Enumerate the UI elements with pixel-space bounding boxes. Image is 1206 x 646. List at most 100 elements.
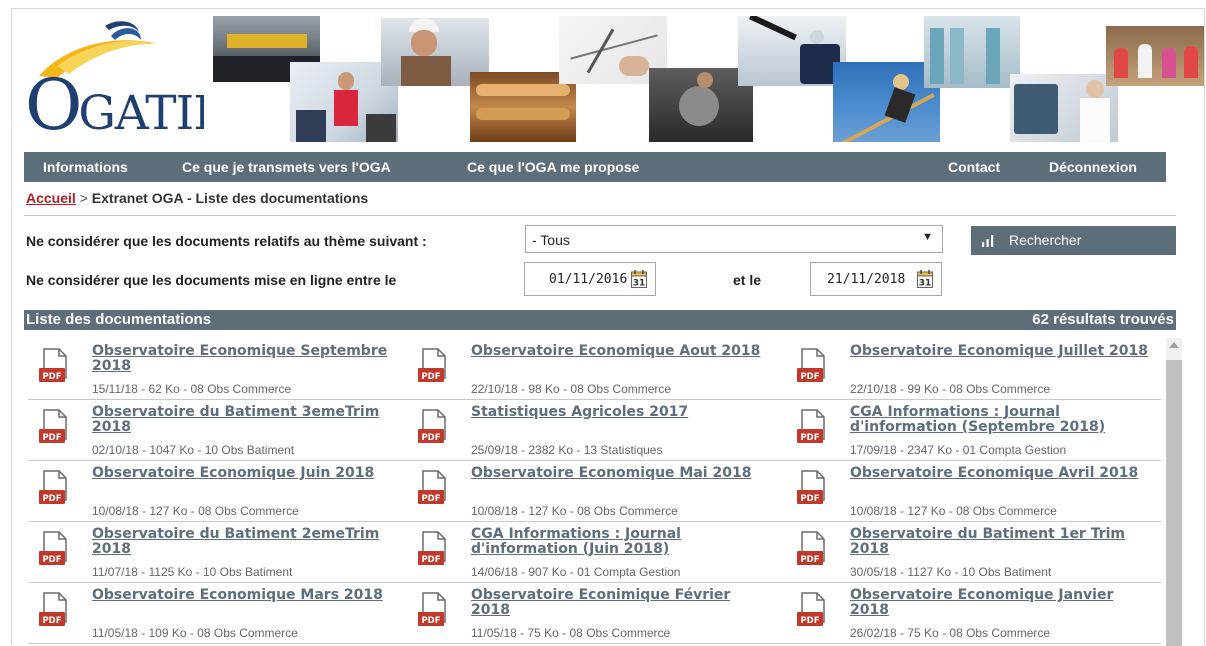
nav-transmets[interactable]: Ce que je transmets vers l'OGA bbox=[182, 152, 391, 182]
pdf-badge-label: PDF bbox=[421, 372, 440, 382]
breadcrumb-current: Extranet OGA - Liste des documentations bbox=[91, 190, 369, 206]
pdf-badge-label: PDF bbox=[421, 433, 440, 443]
breadcrumb-separator: > bbox=[79, 190, 88, 206]
pdf-badge-label: PDF bbox=[42, 433, 61, 443]
document-title-link[interactable]: CGA Informations : Journal d'information… bbox=[850, 405, 1150, 435]
pdf-file-icon[interactable]: PDF bbox=[38, 531, 70, 571]
pdf-file-icon[interactable]: PDF bbox=[796, 592, 828, 632]
bar-chart-icon bbox=[982, 235, 994, 247]
pdf-file-icon[interactable]: PDF bbox=[796, 531, 828, 571]
document-title-link[interactable]: Observatoire du Batiment 1er Trim 2018 bbox=[850, 527, 1150, 557]
date-filter-label: Ne considérer que les documents mise en … bbox=[26, 272, 397, 288]
document-item: PDF Observatoire du Batiment 2emeTrim 201… bbox=[28, 521, 403, 582]
pdf-badge-label: PDF bbox=[800, 433, 819, 443]
pdf-badge-label: PDF bbox=[800, 616, 819, 626]
document-title-link[interactable]: Observatoire du Batiment 3emeTrim 2018 bbox=[92, 405, 392, 435]
document-row: PDF Observatoire Economique Septembre 201… bbox=[28, 338, 1161, 400]
document-meta: 11/05/18 - 75 Ko - 08 Obs Commerce bbox=[471, 626, 671, 640]
document-meta: 22/10/18 - 99 Ko - 08 Obs Commerce bbox=[850, 382, 1051, 396]
list-title: Liste des documentations bbox=[26, 311, 212, 328]
document-item: PDF Observatoire Economique Avril 2018 10/… bbox=[786, 460, 1161, 521]
document-row: PDF Observatoire du Batiment 2emeTrim 201… bbox=[28, 521, 1161, 583]
search-button[interactable]: Rechercher bbox=[971, 226, 1176, 255]
document-item: PDF Observatoire Economique Juin 2018 10/0… bbox=[28, 460, 403, 521]
scrollbar-thumb[interactable] bbox=[1166, 360, 1182, 646]
pdf-file-icon[interactable]: PDF bbox=[38, 470, 70, 510]
document-item: PDF Observatoire du Batiment 1er Trim 201… bbox=[786, 521, 1161, 582]
document-title-link[interactable]: Observatoire Econimique Février 2018 bbox=[471, 588, 771, 618]
pdf-file-icon[interactable]: PDF bbox=[38, 592, 70, 632]
document-meta: 26/02/18 - 75 Ko - 08 Obs Commerce bbox=[850, 626, 1051, 640]
logo-wordmark: OGATIL bbox=[25, 64, 204, 138]
document-meta: 02/10/18 - 1047 Ko - 10 Obs Batiment bbox=[92, 443, 295, 457]
document-title-link[interactable]: Observatoire Economique Janvier 2018 bbox=[850, 588, 1150, 618]
banner-photo-doctor bbox=[1010, 74, 1118, 142]
pdf-file-icon[interactable]: PDF bbox=[417, 531, 449, 571]
pdf-file-icon[interactable]: PDF bbox=[796, 409, 828, 449]
pdf-badge-label: PDF bbox=[421, 494, 440, 504]
document-meta: 10/08/18 - 127 Ko - 08 Obs Commerce bbox=[471, 504, 678, 518]
list-scrollbar[interactable] bbox=[1166, 338, 1182, 646]
document-row: PDF Observatoire Economique Juin 2018 10/0… bbox=[28, 460, 1161, 522]
pdf-file-icon[interactable]: PDF bbox=[796, 470, 828, 510]
document-title-link[interactable]: Observatoire Economique Mars 2018 bbox=[92, 588, 392, 603]
pdf-file-icon[interactable]: PDF bbox=[38, 409, 70, 449]
pdf-file-icon[interactable]: PDF bbox=[417, 409, 449, 449]
document-title-link[interactable]: Observatoire Economique Avril 2018 bbox=[850, 466, 1150, 481]
document-item: PDF Observatoire Econimique Février 2018 1… bbox=[407, 582, 782, 643]
calendar-icon[interactable]: 31 bbox=[631, 270, 647, 288]
document-meta: 17/09/18 - 2347 Ko - 01 Compta Gestion bbox=[850, 443, 1067, 457]
calendar-day: 31 bbox=[633, 279, 646, 289]
pdf-badge-label: PDF bbox=[800, 555, 819, 565]
document-meta: 15/11/18 - 62 Ko - 08 Obs Commerce bbox=[92, 382, 292, 396]
nav-contact[interactable]: Contact bbox=[948, 152, 1000, 182]
breadcrumb-home-link[interactable]: Accueil bbox=[26, 190, 76, 206]
document-item: PDF Observatoire Economique Mars 2018 11/0… bbox=[28, 582, 403, 643]
theme-select[interactable]: - Tous ▼ bbox=[525, 225, 943, 253]
scroll-up-arrow-icon[interactable] bbox=[1169, 342, 1179, 348]
pdf-badge-label: PDF bbox=[800, 372, 819, 382]
document-title-link[interactable]: Statistiques Agricoles 2017 bbox=[471, 405, 771, 420]
document-meta: 10/08/18 - 127 Ko - 08 Obs Commerce bbox=[850, 504, 1057, 518]
document-title-link[interactable]: Observatoire Economique Juillet 2018 bbox=[850, 344, 1150, 359]
pdf-badge-label: PDF bbox=[42, 494, 61, 504]
nav-propose[interactable]: Ce que l'OGA me propose bbox=[467, 152, 639, 182]
and-label: et le bbox=[733, 272, 762, 288]
document-meta: 11/05/18 - 109 Ko - 08 Obs Commerce bbox=[92, 626, 298, 640]
calendar-day: 31 bbox=[919, 279, 932, 289]
documents-list[interactable]: PDF Observatoire Economique Septembre 201… bbox=[24, 338, 1164, 646]
nav-informations[interactable]: Informations bbox=[43, 152, 128, 182]
document-meta: 30/05/18 - 1127 Ko - 10 Obs Batiment bbox=[850, 565, 1052, 579]
document-title-link[interactable]: Observatoire Economique Juin 2018 bbox=[92, 466, 392, 481]
document-title-link[interactable]: Observatoire Economique Septembre 2018 bbox=[92, 344, 392, 374]
document-item: PDF Observatoire Economique Mai 2018 10/08… bbox=[407, 460, 782, 521]
date-from-value: 01/11/2016 bbox=[549, 272, 628, 287]
pdf-badge-label: PDF bbox=[42, 372, 61, 382]
pdf-file-icon[interactable]: PDF bbox=[417, 470, 449, 510]
date-to-field[interactable]: 21/11/2018 31 bbox=[810, 262, 942, 296]
pdf-file-icon[interactable]: PDF bbox=[417, 592, 449, 632]
date-from-field[interactable]: 01/11/2016 31 bbox=[524, 262, 656, 296]
document-title-link[interactable]: Observatoire Economique Mai 2018 bbox=[471, 466, 771, 481]
pdf-file-icon[interactable]: PDF bbox=[417, 348, 449, 388]
nav-deconnexion[interactable]: Déconnexion bbox=[1049, 152, 1137, 182]
document-item: PDF Observatoire Economique Janvier 2018 2… bbox=[786, 582, 1161, 643]
banner-photo-restaurant bbox=[1106, 26, 1204, 86]
divider bbox=[24, 215, 1176, 216]
document-title-link[interactable]: CGA Informations : Journal d'information… bbox=[471, 527, 771, 557]
document-title-link[interactable]: Observatoire Economique Aout 2018 bbox=[471, 344, 771, 359]
document-meta: 14/06/18 - 907 Ko - 01 Compta Gestion bbox=[471, 565, 681, 579]
pdf-badge-label: PDF bbox=[42, 616, 61, 626]
document-item: PDF Observatoire Economique Aout 2018 22/1… bbox=[407, 338, 782, 399]
banner-photo-shop bbox=[924, 16, 1020, 88]
pdf-file-icon[interactable]: PDF bbox=[796, 348, 828, 388]
document-meta: 11/07/18 - 1125 Ko - 10 Obs Batiment bbox=[92, 565, 293, 579]
document-meta: 22/10/18 - 98 Ko - 08 Obs Commerce bbox=[471, 382, 672, 396]
pdf-file-icon[interactable]: PDF bbox=[38, 348, 70, 388]
document-title-link[interactable]: Observatoire du Batiment 2emeTrim 2018 bbox=[92, 527, 392, 557]
calendar-icon[interactable]: 31 bbox=[917, 270, 933, 288]
ogatil-logo[interactable]: OGATIL bbox=[17, 14, 204, 138]
document-item: PDF Observatoire Economique Juillet 2018 2… bbox=[786, 338, 1161, 399]
document-item: PDF CGA Informations : Journal d'informat… bbox=[786, 399, 1161, 460]
search-button-label: Rechercher bbox=[1009, 232, 1082, 248]
